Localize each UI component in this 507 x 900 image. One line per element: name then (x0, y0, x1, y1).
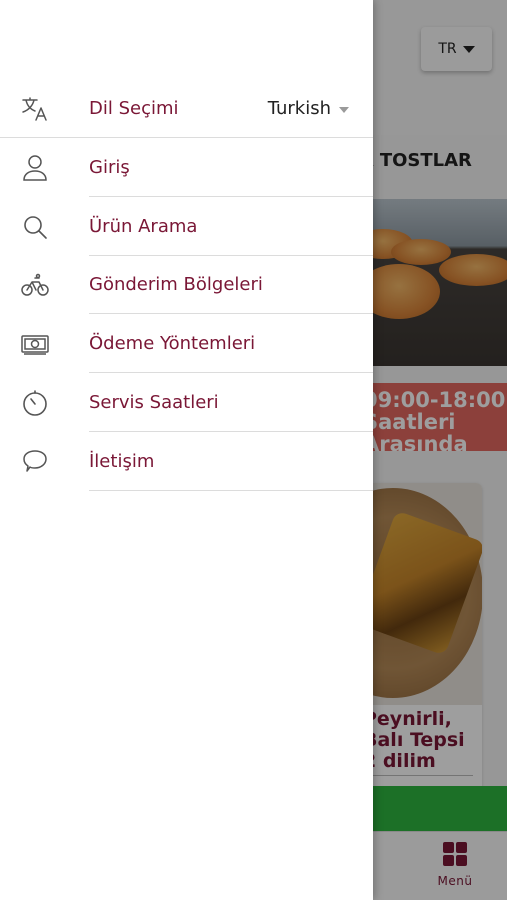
language-label: Dil Seçimi (89, 98, 179, 119)
translate-icon (20, 94, 50, 124)
menu-item-label: Gönderim Bölgeleri (89, 274, 263, 295)
menu-item-login[interactable]: Giriş (0, 139, 373, 197)
menu-item-label: Ürün Arama (89, 216, 198, 237)
person-icon (20, 153, 50, 183)
divider (89, 490, 373, 491)
menu-item-payment-methods[interactable]: Ödeme Yöntemleri (0, 315, 373, 373)
divider (89, 196, 373, 197)
menu-item-contact[interactable]: İletişim (0, 433, 373, 491)
divider (89, 313, 373, 314)
app-screen: TR ARAMA TOSTLAR 09:00-18:00 Saatleri Ar… (0, 0, 507, 900)
menu-item-service-hours[interactable]: Servis Saatleri (0, 374, 373, 432)
bicycle-icon (20, 270, 50, 300)
navigation-drawer: Dil Seçimi Turkish Giriş Ürün Arama Gönd… (0, 0, 373, 900)
menu-item-label: Giriş (89, 157, 130, 178)
cash-icon (20, 329, 50, 359)
menu-item-label: Servis Saatleri (89, 392, 219, 413)
divider (89, 372, 373, 373)
language-selector-row[interactable]: Dil Seçimi Turkish (0, 80, 373, 138)
language-dropdown[interactable]: Turkish (268, 80, 349, 138)
divider (89, 431, 373, 432)
menu-item-label: İletişim (89, 451, 155, 472)
dropdown-arrow-icon (339, 107, 349, 113)
menu-item-delivery-areas[interactable]: Gönderim Bölgeleri (0, 256, 373, 314)
timer-icon (20, 388, 50, 418)
search-icon (20, 212, 50, 242)
menu-item-product-search[interactable]: Ürün Arama (0, 198, 373, 256)
language-selected-value: Turkish (267, 98, 331, 119)
chat-icon (20, 447, 50, 477)
menu-item-label: Ödeme Yöntemleri (89, 333, 256, 354)
